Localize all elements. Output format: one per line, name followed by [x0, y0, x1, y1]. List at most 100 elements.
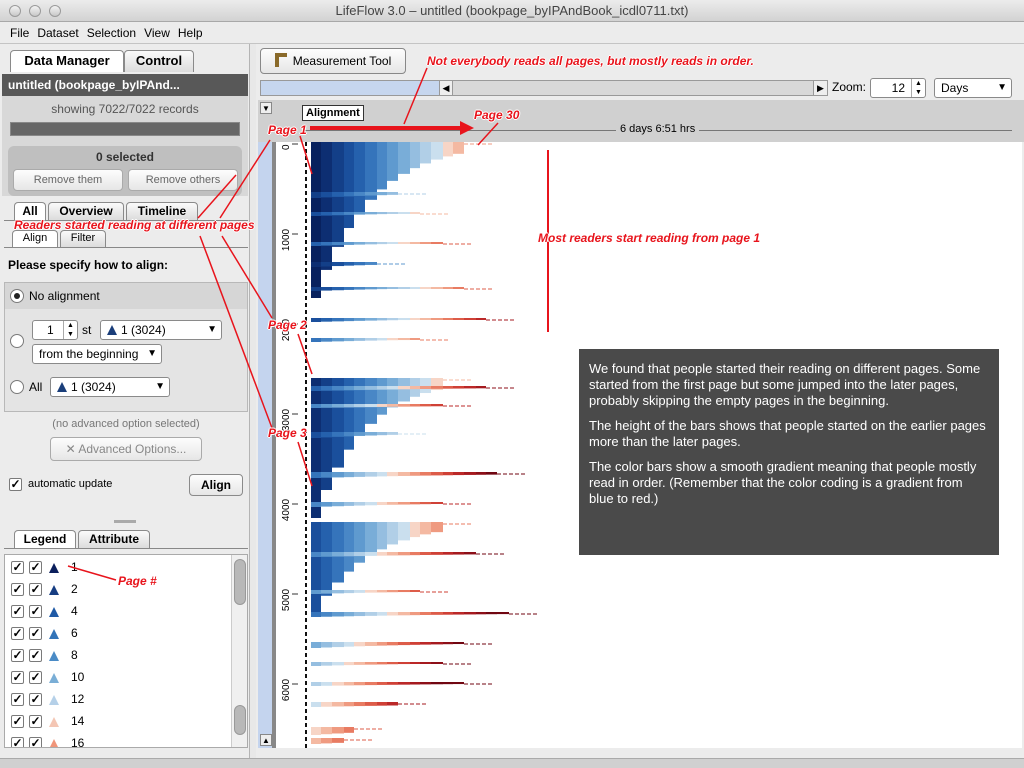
lifeflow-bar[interactable]	[410, 338, 420, 340]
lifeflow-bar[interactable]	[354, 612, 365, 617]
nth-event-radio[interactable]	[10, 334, 24, 348]
lifeflow-bar[interactable]	[431, 318, 443, 320]
scroll-thumb-lower[interactable]	[234, 705, 246, 735]
lifeflow-bar[interactable]	[387, 404, 398, 407]
lifeflow-bar[interactable]	[410, 612, 420, 616]
lifeflow-bar[interactable]	[311, 338, 321, 342]
lifeflow-bar[interactable]	[354, 502, 365, 506]
lifeflow-bar[interactable]	[365, 682, 377, 686]
lifeflow-bar[interactable]	[431, 386, 443, 389]
lifeflow-bar[interactable]	[443, 386, 453, 389]
lifeflow-bar[interactable]	[311, 386, 321, 391]
lifeflow-bar[interactable]	[354, 552, 365, 557]
lifeflow-bar[interactable]	[410, 386, 420, 390]
lifeflow-bar[interactable]	[420, 522, 431, 535]
lifeflow-bar[interactable]	[420, 287, 431, 289]
lifeflow-bar[interactable]	[476, 318, 486, 320]
lifeflow-bar[interactable]	[377, 242, 387, 245]
lifeflow-bar[interactable]	[431, 404, 443, 407]
lifeflow-bar[interactable]	[344, 142, 354, 229]
lifeflow-bar[interactable]	[365, 642, 377, 646]
zoom-unit-select[interactable]: Days ▼	[934, 78, 1012, 98]
lifeflow-bar[interactable]	[377, 287, 387, 290]
lifeflow-bar[interactable]	[410, 318, 420, 320]
lifeflow-bar[interactable]	[387, 378, 398, 408]
lifeflow-bar[interactable]	[431, 642, 443, 645]
lifeflow-bar[interactable]	[365, 338, 377, 341]
lifeflow-bar[interactable]	[377, 682, 387, 685]
menu-view[interactable]: View	[140, 22, 174, 44]
lifeflow-bar[interactable]	[443, 682, 453, 685]
tab-legend[interactable]: Legend	[14, 530, 76, 548]
collapse-icon[interactable]: ▼	[260, 102, 272, 114]
lifeflow-bar[interactable]	[365, 287, 377, 290]
lifeflow-bar[interactable]	[311, 682, 321, 686]
menu-dataset[interactable]: Dataset	[33, 22, 82, 44]
lifeflow-bar[interactable]	[387, 702, 398, 706]
tab-data-manager[interactable]: Data Manager	[10, 50, 124, 72]
legend-include-checkbox[interactable]: ✓	[29, 737, 42, 747]
legend-visible-checkbox[interactable]: ✓	[11, 605, 24, 618]
lifeflow-bar[interactable]	[311, 472, 321, 478]
lifeflow-bar[interactable]	[420, 378, 431, 394]
lifeflow-bar[interactable]	[344, 682, 354, 686]
lifeflow-bar[interactable]	[431, 682, 443, 685]
lifeflow-bar[interactable]	[410, 552, 420, 556]
lifeflow-bar[interactable]	[365, 590, 377, 593]
remove-others-button[interactable]: Remove others	[128, 169, 238, 191]
lifeflow-bar[interactable]	[431, 142, 443, 160]
lifeflow-bar[interactable]	[377, 590, 387, 593]
lifeflow-bar[interactable]	[354, 386, 365, 391]
lifeflow-bar[interactable]	[387, 522, 398, 545]
lifeflow-bar[interactable]	[464, 612, 476, 615]
lifeflow-bar[interactable]	[387, 386, 398, 390]
lifeflow-bar[interactable]	[321, 262, 332, 267]
lifeflow-bar[interactable]	[431, 502, 443, 504]
lifeflow-bar[interactable]	[453, 142, 464, 154]
lifeflow-bar[interactable]	[377, 472, 387, 477]
lifeflow-bar[interactable]	[321, 738, 332, 744]
lifeflow-bar[interactable]	[398, 522, 410, 541]
legend-visible-checkbox[interactable]: ✓	[11, 671, 24, 684]
lifeflow-bar[interactable]	[354, 142, 365, 213]
lifeflow-bar[interactable]	[332, 432, 344, 437]
lifeflow-bar[interactable]	[321, 318, 332, 322]
lifeflow-bar[interactable]	[486, 472, 497, 475]
lifeflow-bar[interactable]	[398, 287, 410, 289]
lifeflow-bar[interactable]	[321, 338, 332, 342]
legend-include-checkbox[interactable]: ✓	[29, 627, 42, 640]
lifeflow-bar[interactable]	[344, 727, 354, 733]
lifeflow-bar[interactable]	[453, 682, 464, 685]
lifeflow-bar[interactable]	[398, 318, 410, 321]
lifeflow-bar[interactable]	[354, 472, 365, 477]
from-select[interactable]: from the beginning ▼	[32, 344, 162, 364]
lifeflow-bar[interactable]	[387, 432, 398, 435]
lifeflow-bar[interactable]	[332, 378, 344, 468]
lifeflow-bar[interactable]	[321, 642, 332, 648]
legend-include-checkbox[interactable]: ✓	[29, 561, 42, 574]
lifeflow-bar[interactable]	[398, 590, 410, 593]
lifeflow-bar[interactable]	[311, 642, 321, 648]
lifeflow-bar[interactable]	[377, 404, 387, 407]
lifeflow-bar[interactable]	[431, 552, 443, 555]
lifeflow-bar[interactable]	[431, 242, 443, 244]
lifeflow-bar[interactable]	[377, 378, 387, 415]
lifeflow-bar[interactable]	[398, 662, 410, 665]
minimize-window-button[interactable]	[29, 5, 41, 17]
lifeflow-bar[interactable]	[321, 432, 332, 438]
lifeflow-bar[interactable]	[332, 262, 344, 267]
lifeflow-bar[interactable]	[443, 318, 453, 320]
legend-visible-checkbox[interactable]: ✓	[11, 737, 24, 747]
all-event-select[interactable]: 1 (3024) ▼	[50, 377, 170, 397]
scroll-left-icon[interactable]: ◀	[439, 81, 453, 95]
lifeflow-bar[interactable]	[398, 338, 410, 341]
lifeflow-bar[interactable]	[410, 502, 420, 505]
lifeflow-bar[interactable]	[344, 318, 354, 322]
lifeflow-bar[interactable]	[398, 502, 410, 505]
tab-attribute[interactable]: Attribute	[78, 530, 150, 548]
lifeflow-bar[interactable]	[344, 192, 354, 197]
lifeflow-bar[interactable]	[321, 612, 332, 617]
lifeflow-bar[interactable]	[398, 212, 410, 214]
lifeflow-bar[interactable]	[332, 472, 344, 478]
lifeflow-bar[interactable]	[354, 404, 365, 408]
